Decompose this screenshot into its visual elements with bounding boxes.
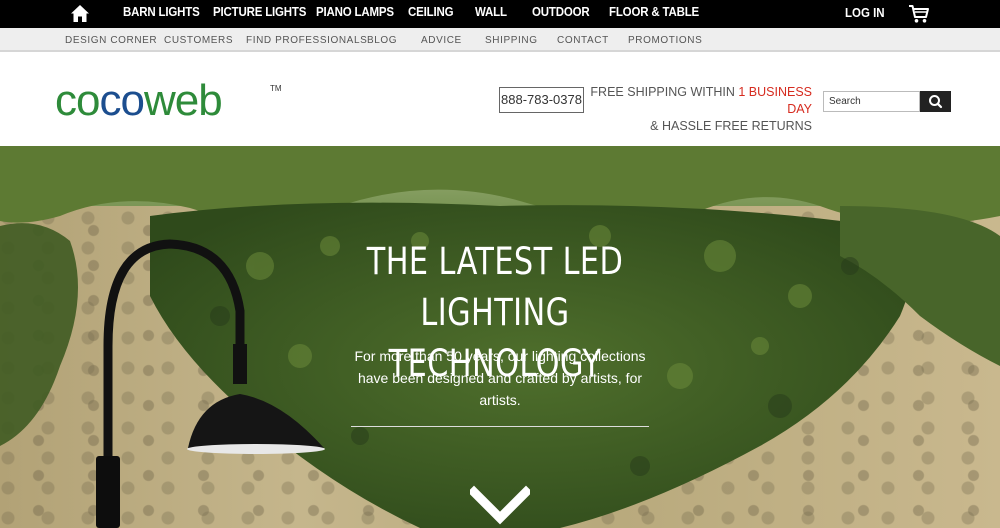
chevron-down-icon[interactable] [470,484,530,528]
shipping-line2: & HASSLE FREE RETURNS [650,119,812,133]
hero-banner: THE LATEST LED LIGHTING TECHNOLOGY For m… [0,146,1000,528]
search-button[interactable] [920,91,951,112]
hero-divider [351,426,649,427]
subnav-design-corner[interactable]: DESIGN CORNER [65,35,157,46]
nav-floor-table[interactable]: FLOOR & TABLE [609,5,699,19]
search-form [823,91,951,112]
cart-icon[interactable] [908,4,930,24]
subnav-advice[interactable]: ADVICE [421,35,462,46]
subnav-blog[interactable]: BLOG [367,35,397,46]
gooseneck-lamp-image [96,239,325,528]
logo-trademark: TM [270,84,282,93]
subnav-find-professionals[interactable]: FIND PROFESSIONALS [246,35,367,46]
subnav-shipping[interactable]: SHIPPING [485,35,538,46]
cocoweb-logo[interactable]: cocoweb TM [55,76,282,125]
search-icon [929,95,943,109]
logo-part-co-1: co [55,76,100,125]
shipping-highlight: 1 BUSINESS DAY [738,85,812,116]
top-nav: BARN LIGHTS PICTURE LIGHTS PIANO LAMPS C… [0,0,1000,28]
nav-ceiling[interactable]: CEILING [408,5,454,19]
hero-subtitle: For more than 50 years, our lighting col… [354,348,646,408]
nav-barn-lights[interactable]: BARN LIGHTS [123,5,200,19]
nav-piano-lamps[interactable]: PIANO LAMPS [316,5,394,19]
shipping-message: FREE SHIPPING WITHIN 1 BUSINESS DAY & HA… [590,84,812,135]
hero-title-line1: THE LATEST LED LIGHTING [366,240,624,334]
site-header: cocoweb TM 888-783-0378 FREE SHIPPING WI… [0,54,1000,146]
search-input[interactable] [823,91,920,112]
home-icon[interactable] [70,4,90,24]
nav-wall[interactable]: WALL [475,5,507,19]
logo-part-web: web [143,76,223,125]
login-link[interactable]: LOG IN [845,6,885,20]
nav-picture-lights[interactable]: PICTURE LIGHTS [213,5,306,19]
logo-part-co-2: co [99,76,144,125]
shipping-line1-prefix: FREE SHIPPING WITHIN [590,85,739,99]
subnav-promotions[interactable]: PROMOTIONS [628,35,702,46]
phone-number[interactable]: 888-783-0378 [499,87,584,113]
subnav-customers[interactable]: CUSTOMERS [164,35,233,46]
nav-outdoor[interactable]: OUTDOOR [532,5,590,19]
subnav-contact[interactable]: CONTACT [557,35,609,46]
secondary-nav: DESIGN CORNER CUSTOMERS FIND PROFESSIONA… [0,28,1000,52]
